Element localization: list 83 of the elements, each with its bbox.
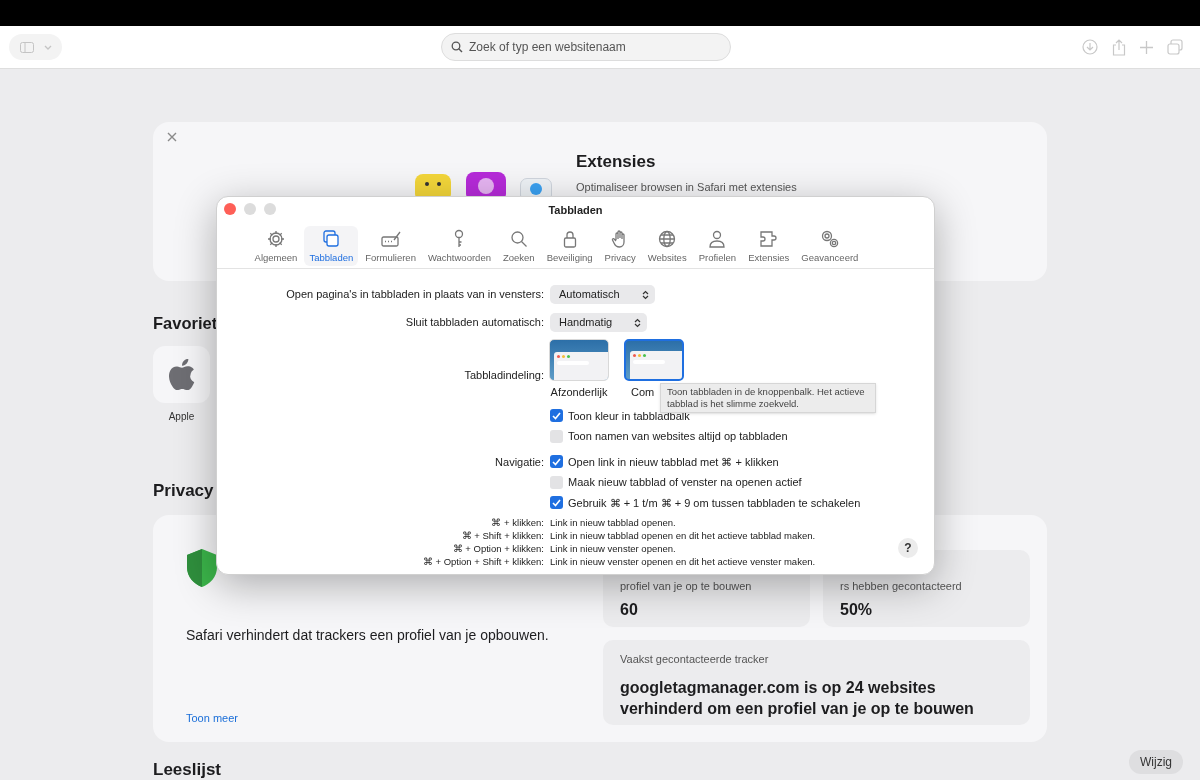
layout-option-label: Com (631, 385, 655, 400)
chevron-down-icon (43, 44, 52, 50)
checkbox-row[interactable]: Open link in nieuw tabblad met ⌘ + klikken (550, 453, 779, 470)
stat-value: 50% (840, 600, 874, 620)
gear-icon (266, 228, 286, 249)
puzzle-icon (758, 228, 779, 249)
help-button[interactable]: ? (898, 538, 918, 558)
preferences-tab[interactable]: Formulieren (360, 225, 421, 266)
preferences-tab[interactable]: Profielen (693, 225, 742, 266)
shortcut-keys: ⌘ + Option + Shift + klikken: (422, 556, 544, 567)
minimize-window-button[interactable] (244, 203, 256, 215)
download-icon[interactable] (1082, 39, 1098, 55)
sidebar-toggle-button[interactable] (9, 34, 62, 60)
checkbox-row[interactable]: Maak nieuw tabblad of venster na openen actief (550, 474, 802, 491)
checkmark-icon (552, 411, 561, 420)
setting-label: Navigatie: (495, 455, 544, 468)
shortcut-description: Link in nieuw tabblad openen. (550, 517, 676, 528)
up-down-chevron-icon (634, 317, 642, 328)
tracker-label: Vaakst gecontacteerde tracker (620, 652, 770, 667)
gears-icon (819, 228, 840, 249)
checkmark-icon (552, 498, 561, 507)
search-icon (451, 41, 463, 53)
edit-button[interactable]: Wijzig (1129, 750, 1183, 774)
tooltip: Toon tabbladen in de knoppenbalk. Het actieve tabblad is het slimme zoekveld. (660, 383, 876, 413)
up-down-chevron-icon (641, 289, 649, 300)
setting-label: Open pagina's in tabbladen in plaats van in vensters: (286, 288, 544, 301)
shortcut-description: Link in nieuw venster openen en dit het actieve venster maken. (550, 556, 816, 567)
checkbox[interactable] (550, 409, 563, 423)
checkbox-row[interactable]: Gebruik ⌘ + 1 t/m ⌘ + 9 om tussen tabbladen te schakelen (550, 494, 861, 511)
sidebar-icon (19, 41, 34, 53)
shield-icon (186, 548, 218, 588)
popup-button[interactable]: Automatisch (550, 285, 655, 304)
tab-layout-option[interactable] (624, 339, 684, 381)
plus-icon[interactable] (1140, 40, 1153, 54)
apple-logo-icon (168, 359, 195, 390)
setting-label: Sluit tabbladen automatisch: (405, 316, 544, 329)
setting-label: Tabbladindeling: (464, 369, 544, 381)
section-heading: Privacy (153, 480, 214, 502)
preferences-tab[interactable]: Tabbladen (304, 225, 359, 266)
show-more-link[interactable]: Toon meer (186, 709, 603, 726)
preferences-tab[interactable]: Algemeen (249, 225, 303, 266)
shortcut-keys: ⌘ + Option + klikken: (452, 543, 544, 554)
preferences-tab[interactable]: Beveiliging (541, 225, 598, 266)
stat-label: profiel van je op te bouwen (620, 580, 753, 593)
shortcut-keys: ⌘ + Shift + klikken: (461, 530, 544, 541)
checkbox[interactable] (550, 496, 563, 510)
zoom-window-button[interactable] (264, 203, 276, 215)
tabs-overview-icon[interactable] (1167, 39, 1183, 55)
preferences-tab[interactable]: Wachtwoorden (422, 225, 496, 266)
person-icon (707, 228, 728, 249)
extensions-title: Extensies (576, 151, 657, 173)
window-title: Tabbladen (548, 203, 603, 218)
preferences-tab[interactable]: Privacy (599, 225, 641, 266)
close-window-button[interactable] (224, 203, 236, 215)
checkbox[interactable] (550, 455, 563, 469)
favorite-label: Apple (168, 410, 195, 424)
popup-button[interactable]: Handmatig (550, 313, 648, 332)
search-icon (508, 228, 529, 249)
address-field[interactable]: Zoek of typ een websitenaam (441, 33, 731, 61)
privacy-summary: Safari verhindert dat trackers een profiel van je opbouwen. (186, 626, 550, 645)
preferences-tab[interactable]: Zoeken (497, 225, 540, 266)
tracker-text: googletagmanager.com is op 24 websites verhinderd om een profiel van je op te bouwen (620, 677, 975, 719)
shortcut-description: Link in nieuw venster openen. (550, 543, 676, 554)
layout-option-label: Afzonderlijk (550, 385, 608, 400)
shortcut-keys: ⌘ + klikken: (491, 517, 544, 528)
stat-value: 60 (620, 600, 639, 620)
section-heading: Favoriet (153, 313, 218, 334)
stat-label: rs hebben gecontacteerd (840, 580, 963, 593)
share-icon[interactable] (1112, 38, 1126, 56)
section-heading: Leeslijst (153, 759, 222, 780)
globe-icon (657, 228, 678, 249)
preferences-tab[interactable]: Extensies (743, 225, 795, 266)
favorite-tile[interactable] (153, 346, 210, 403)
checkbox[interactable] (550, 429, 563, 443)
checkbox-row[interactable]: Toon namen van websites altijd op tabbladen (550, 428, 788, 445)
tabs-icon (321, 228, 342, 249)
preferences-tab[interactable]: Geavanceerd (796, 225, 864, 266)
preferences-tab[interactable]: Websites (642, 225, 692, 266)
extensions-description: Optimaliseer browsen in Safari met extensies (576, 179, 797, 195)
checkbox[interactable] (550, 475, 563, 489)
search-placeholder: Zoek of typ een websitenaam (469, 39, 626, 56)
checkmark-icon (552, 457, 561, 466)
shortcut-description: Link in nieuw tabblad openen en dit het actieve tabblad maken. (550, 530, 816, 541)
